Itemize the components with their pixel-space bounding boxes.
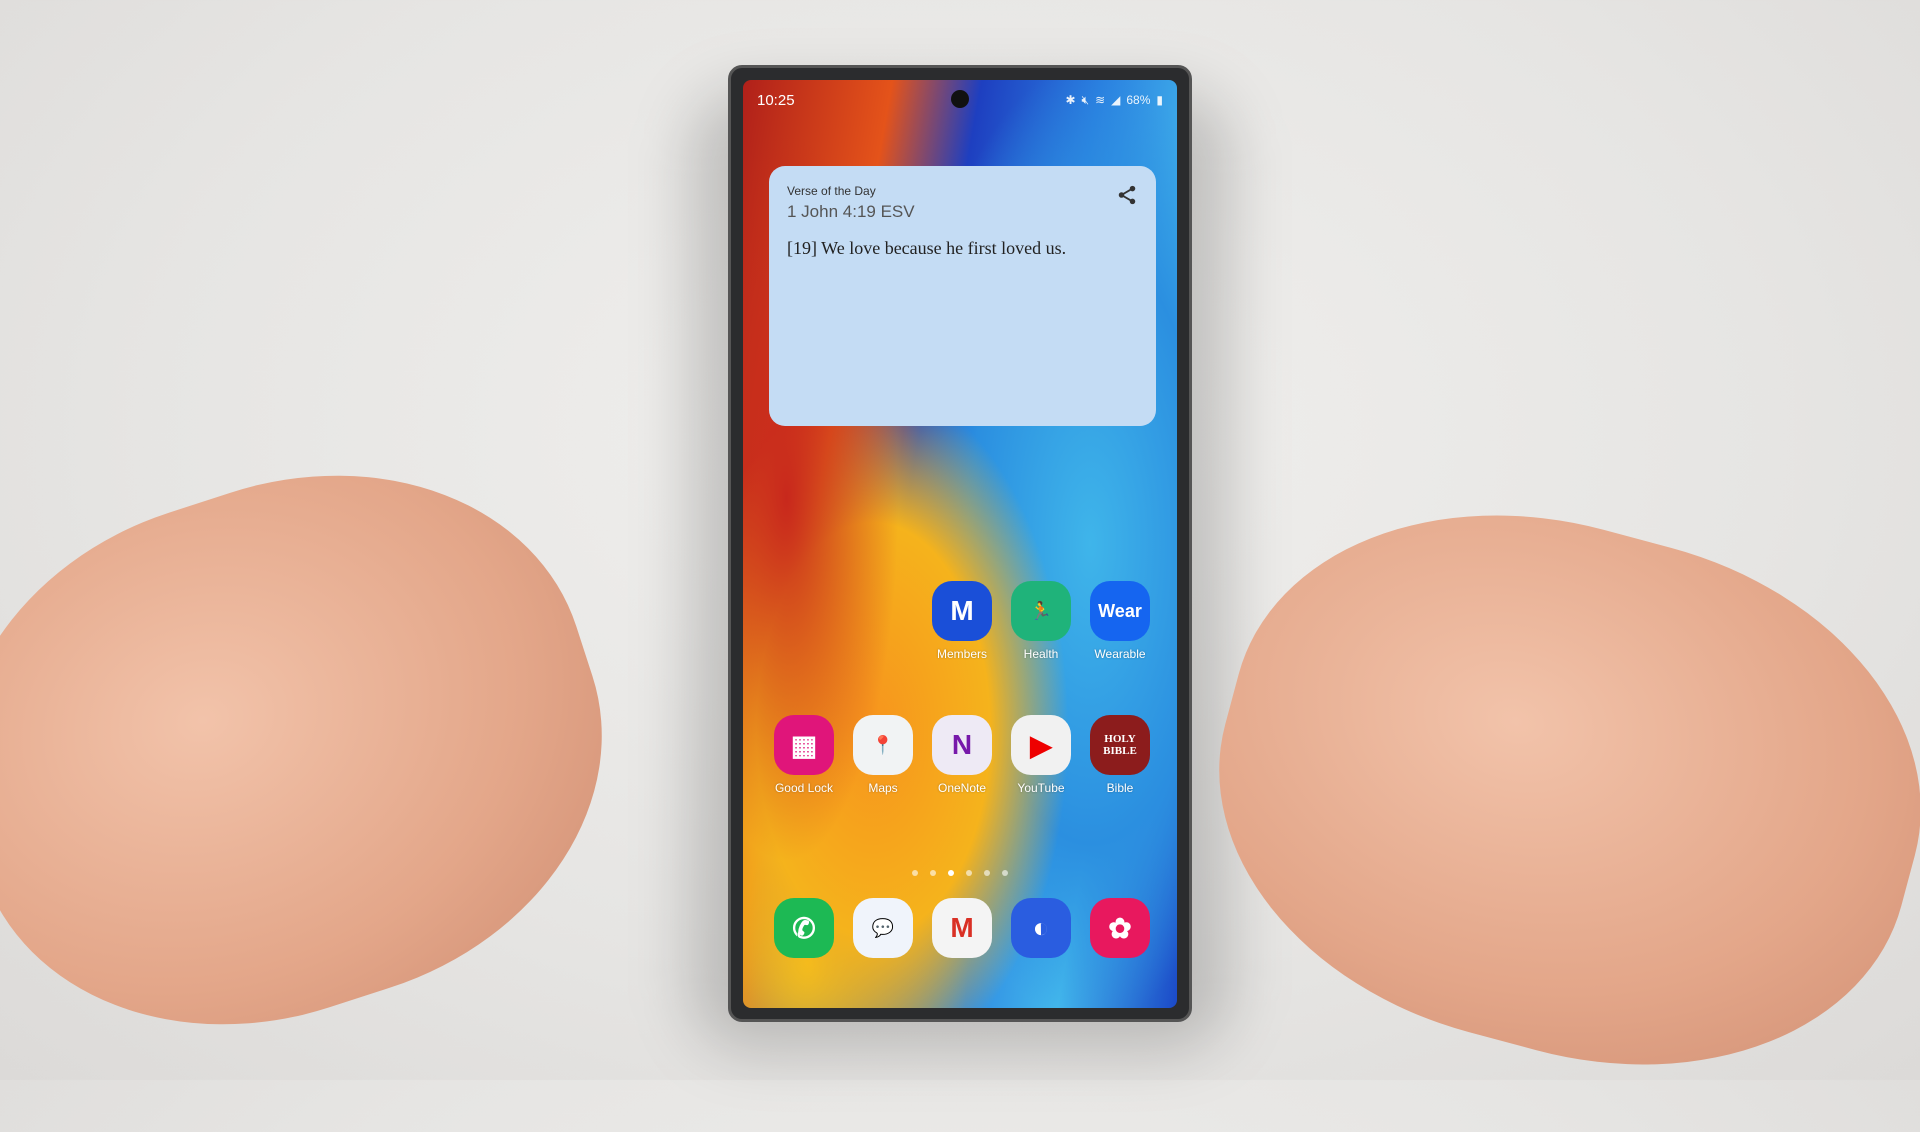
messages-icon: 💬 (853, 898, 913, 958)
app-members[interactable]: M Members (927, 581, 997, 661)
phone: 10:25 ✱ 🔇︎ ≋ ◢ 68% ▮ Verse of the Day 1 … (728, 65, 1192, 1022)
app-youtube[interactable]: ▶ YouTube (1006, 715, 1076, 795)
battery-percent: 68% (1126, 93, 1151, 107)
app-maps[interactable]: 📍 Maps (848, 715, 918, 795)
page-dot[interactable] (912, 870, 918, 876)
internet-icon: ◐ (1011, 898, 1071, 958)
share-icon[interactable] (1116, 184, 1138, 206)
app-good-lock[interactable]: ▦ Good Lock (769, 715, 839, 795)
page-indicator[interactable] (743, 870, 1177, 876)
app-onenote[interactable]: N OneNote (927, 715, 997, 795)
app-label: Maps (868, 781, 898, 795)
verse-widget[interactable]: Verse of the Day 1 John 4:19 ESV [19] We… (769, 166, 1156, 426)
app-label: YouTube (1017, 781, 1065, 795)
verse-reference: 1 John 4:19 ESV (787, 202, 915, 221)
maps-icon: 📍 (853, 715, 913, 775)
status-bar[interactable]: 10:25 ✱ 🔇︎ ≋ ◢ 68% ▮ (757, 90, 1163, 110)
app-label: Health (1023, 647, 1059, 661)
app-label: Bible (1106, 781, 1134, 795)
app-messages[interactable]: 💬 (848, 898, 918, 958)
app-label: Members (936, 647, 987, 661)
mute-icon: 🔇︎ (1081, 92, 1090, 107)
good-lock-icon: ▦ (774, 715, 834, 775)
phone-icon: ✆ (774, 898, 834, 958)
wearable-icon: Wear (1090, 581, 1150, 641)
health-icon: 🏃 (1011, 581, 1071, 641)
app-label: Wearable (1094, 647, 1146, 661)
battery-icon: ▮ (1156, 93, 1163, 107)
youtube-icon: ▶ (1011, 715, 1071, 775)
app-wearable[interactable]: Wear Wearable (1085, 581, 1155, 661)
gallery-icon: ✿ (1090, 898, 1150, 958)
home-screen[interactable]: 10:25 ✱ 🔇︎ ≋ ◢ 68% ▮ Verse of the Day 1 … (743, 80, 1177, 1008)
app-internet[interactable]: ◐ (1006, 898, 1076, 958)
right-hand (1164, 448, 1920, 1132)
widget-title: Verse of the Day (787, 184, 876, 198)
wifi-icon: ≋ (1095, 93, 1106, 107)
app-bible[interactable]: HOLY BIBLE Bible (1085, 715, 1155, 795)
app-label: OneNote (937, 781, 987, 795)
page-dot[interactable] (930, 870, 936, 876)
bible-icon: HOLY BIBLE (1090, 715, 1150, 775)
app-gallery[interactable]: ✿ (1085, 898, 1155, 958)
page-dot[interactable] (1002, 870, 1008, 876)
signal-icon: ◢ (1111, 93, 1121, 107)
app-health[interactable]: 🏃 Health (1006, 581, 1076, 661)
verse-text: [19] We love because he first loved us. (787, 238, 1067, 258)
members-icon: M (932, 581, 992, 641)
page-dot[interactable] (948, 870, 954, 876)
app-phone[interactable]: ✆ (769, 898, 839, 958)
onenote-icon: N (932, 715, 992, 775)
app-label: Good Lock (774, 781, 834, 795)
clock: 10:25 (757, 91, 795, 109)
left-hand (0, 403, 665, 1097)
page-dot[interactable] (966, 870, 972, 876)
bluetooth-icon: ✱ (1065, 93, 1076, 107)
app-gmail[interactable]: M (927, 898, 997, 958)
page-dot[interactable] (984, 870, 990, 876)
gmail-icon: M (932, 898, 992, 958)
